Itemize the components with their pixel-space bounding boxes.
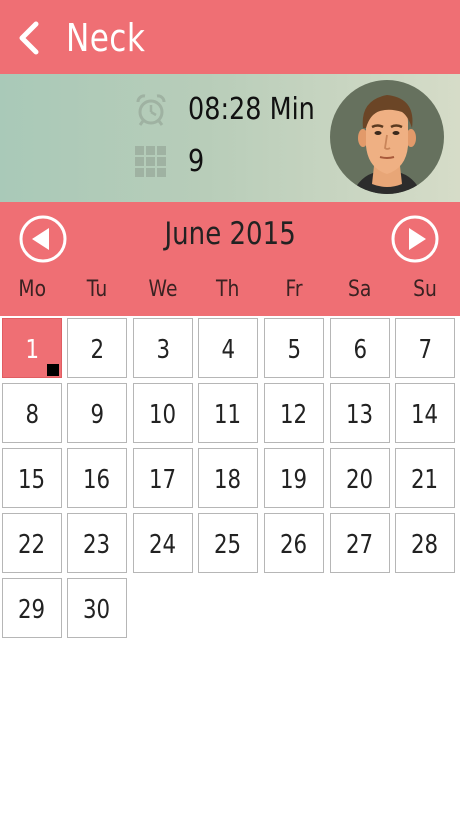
calendar-day-number: 5 [287, 335, 301, 365]
back-button[interactable] [14, 20, 44, 56]
calendar-day[interactable]: 29 [2, 578, 62, 638]
calendar-day[interactable]: 15 [2, 448, 62, 508]
weekday-label: We [132, 272, 194, 308]
calendar-day-number: 22 [18, 530, 46, 560]
calendar-day-number: 11 [214, 400, 242, 430]
workout-stats-panel: 08:28 Min 9 [0, 74, 460, 202]
weekday-label: Mo [1, 272, 63, 308]
calendar-day-number: 24 [149, 530, 177, 560]
calendar-day[interactable]: 26 [264, 513, 324, 573]
weekday-label: Tu [66, 272, 128, 308]
calendar-day[interactable]: 13 [330, 383, 390, 443]
calendar-day-number: 27 [346, 530, 374, 560]
calendar-day[interactable]: 19 [264, 448, 324, 508]
weekday-label-text: Sa [348, 277, 372, 302]
calendar-day[interactable]: 7 [395, 318, 455, 378]
grid-icon [135, 146, 166, 177]
calendar-day[interactable]: 1 [2, 318, 62, 378]
weekday-label-text: Th [216, 277, 240, 302]
calendar-day-number: 16 [83, 465, 111, 495]
weekday-label-text: Mo [18, 277, 46, 302]
avatar [330, 80, 444, 194]
month-title-text: June 2015 [164, 216, 296, 252]
calendar-day-number: 4 [221, 335, 235, 365]
app-root: Neck 08:28 Min 9 June 2015 Mo Tu We Th F… [0, 0, 460, 818]
weekday-header: Mo Tu We Th Fr Sa Su [0, 272, 460, 308]
alarm-clock-icon [136, 94, 166, 126]
calendar-day-number: 1 [25, 335, 39, 365]
calendar-day-number: 18 [214, 465, 242, 495]
calendar-day-number: 17 [149, 465, 177, 495]
calendar-day-number: 21 [411, 465, 439, 495]
calendar-day[interactable]: 9 [67, 383, 127, 443]
weekday-label: Su [394, 272, 456, 308]
calendar-day[interactable]: 2 [67, 318, 127, 378]
calendar-day[interactable]: 12 [264, 383, 324, 443]
weekday-label-text: Fr [285, 277, 303, 302]
weekday-label: Fr [263, 272, 325, 308]
calendar-day[interactable]: 6 [330, 318, 390, 378]
calendar-day-number: 26 [280, 530, 308, 560]
calendar-day[interactable]: 24 [133, 513, 193, 573]
weekday-label-text: Tu [86, 277, 108, 302]
calendar-day-number: 6 [353, 335, 367, 365]
calendar-day[interactable]: 20 [330, 448, 390, 508]
calendar-day-number: 14 [411, 400, 439, 430]
calendar-day[interactable]: 8 [2, 383, 62, 443]
calendar-day-number: 23 [83, 530, 111, 560]
calendar-day-number: 3 [156, 335, 170, 365]
calendar-day-number: 10 [149, 400, 177, 430]
duration-value: 08:28 Min [188, 92, 315, 127]
calendar-day-number: 28 [411, 530, 439, 560]
header-bar: Neck [0, 0, 460, 74]
calendar-day[interactable]: 22 [2, 513, 62, 573]
duration-row: 08:28 Min [134, 92, 337, 128]
weekday-label-text: Su [413, 277, 437, 302]
calendar-day[interactable]: 17 [133, 448, 193, 508]
calendar-day-number: 29 [18, 595, 46, 625]
calendar-day-number: 8 [25, 400, 39, 430]
calendar-day-number: 13 [346, 400, 374, 430]
calendar-day[interactable]: 28 [395, 513, 455, 573]
calendar-day[interactable]: 10 [133, 383, 193, 443]
weekday-label-text: We [148, 277, 178, 302]
month-navigation-bar: June 2015 Mo Tu We Th Fr Sa Su [0, 202, 460, 316]
calendar-grid: 1 2 3 4 5 6 7 8 9 10 11 12 13 14 15 16 17 18 19 20 21 22 23 24 2… [0, 316, 460, 646]
calendar-day[interactable]: 16 [67, 448, 127, 508]
calendar-day-number: 30 [83, 595, 111, 625]
weekday-label: Sa [329, 272, 391, 308]
calendar-day[interactable]: 14 [395, 383, 455, 443]
circle-arrow-right-icon [391, 215, 439, 263]
exercise-count-row: 9 [134, 144, 207, 180]
completed-marker [47, 364, 59, 376]
calendar-day[interactable]: 11 [198, 383, 258, 443]
page-title: Neck [66, 16, 146, 60]
calendar-day[interactable]: 27 [330, 513, 390, 573]
exercise-count-value: 9 [188, 144, 205, 179]
calendar-day-number: 7 [418, 335, 432, 365]
calendar-day[interactable]: 18 [198, 448, 258, 508]
calendar-day-number: 2 [90, 335, 104, 365]
calendar-day[interactable]: 23 [67, 513, 127, 573]
calendar-day-number: 25 [214, 530, 242, 560]
calendar-day[interactable]: 30 [67, 578, 127, 638]
calendar-day[interactable]: 3 [133, 318, 193, 378]
calendar-day[interactable]: 25 [198, 513, 258, 573]
calendar-day[interactable]: 21 [395, 448, 455, 508]
calendar-day-number: 9 [90, 400, 104, 430]
face-avatar-icon [352, 95, 422, 194]
calendar-day[interactable]: 5 [264, 318, 324, 378]
calendar-day-number: 12 [280, 400, 308, 430]
calendar-day-number: 19 [280, 465, 308, 495]
calendar-day-number: 20 [346, 465, 374, 495]
weekday-label: Th [197, 272, 259, 308]
chevron-left-icon [19, 21, 39, 55]
next-month-button[interactable] [390, 214, 440, 264]
calendar-day-number: 15 [18, 465, 46, 495]
calendar-day[interactable]: 4 [198, 318, 258, 378]
